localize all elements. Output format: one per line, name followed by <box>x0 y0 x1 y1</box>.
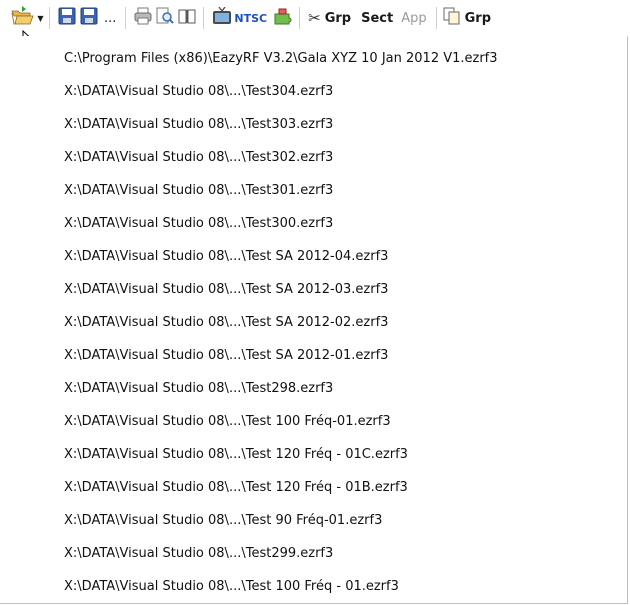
recent-file-item[interactable]: X:\DATA\Visual Studio 08\...\Test 120 Fr… <box>0 439 620 469</box>
print-icon <box>133 7 153 29</box>
cut-group-button[interactable]: ✂ Grp <box>306 5 357 31</box>
recent-file-item[interactable]: X:\DATA\Visual Studio 08\...\Test 100 Fr… <box>0 571 620 601</box>
puzzle-button[interactable] <box>273 5 293 31</box>
toolbar-separator <box>299 7 302 29</box>
recent-file-item[interactable]: X:\DATA\Visual Studio 08\...\Test301.ezr… <box>0 175 620 205</box>
toolbar-separator <box>125 7 128 29</box>
app-button[interactable]: App <box>397 5 430 31</box>
grp-label: Grp <box>464 10 491 26</box>
save-as-icon <box>80 7 98 29</box>
print-preview-button[interactable] <box>155 5 175 31</box>
save-icon <box>58 7 76 29</box>
recent-files-menu: C:\Program Files (x86)\EazyRF V3.2\Gala … <box>0 36 628 604</box>
recent-file-item[interactable]: X:\DATA\Visual Studio 08\...\Test300.ezr… <box>0 208 620 238</box>
print-button[interactable] <box>133 5 153 31</box>
copy-group-button[interactable]: Grp <box>443 5 495 31</box>
save-as-button[interactable] <box>79 5 99 31</box>
copy-icon <box>443 7 461 29</box>
recent-file-item[interactable]: X:\DATA\Visual Studio 08\...\Test SA 201… <box>0 307 620 337</box>
ntsc-button[interactable]: NTSC <box>210 5 269 31</box>
recent-file-item[interactable]: X:\DATA\Visual Studio 08\...\Test299.ezr… <box>0 538 620 568</box>
recent-file-item[interactable]: X:\DATA\Visual Studio 08\...\Test SA 201… <box>0 241 620 271</box>
puzzle-icon <box>273 7 293 29</box>
book-button[interactable] <box>177 5 197 31</box>
ntsc-label: NTSC <box>234 11 268 25</box>
more-button[interactable]: ... <box>100 5 120 31</box>
recent-file-item[interactable]: X:\DATA\Visual Studio 08\...\Test SA 201… <box>0 340 620 370</box>
sect-button[interactable]: Sect <box>357 5 397 31</box>
recent-file-item[interactable]: X:\DATA\Visual Studio 08\...\Test 100 Fr… <box>0 406 620 436</box>
save-button[interactable] <box>57 5 77 31</box>
scissors-icon: ✂ <box>308 9 321 27</box>
tv-icon <box>212 6 232 29</box>
print-preview-icon <box>155 7 175 29</box>
grp-label: Grp <box>324 10 352 26</box>
recent-file-item[interactable]: C:\Program Files (x86)\EazyRF V3.2\Gala … <box>0 43 620 73</box>
recent-file-item[interactable]: X:\DATA\Visual Studio 08\...\Test298.ezr… <box>0 373 620 403</box>
open-folder-icon <box>10 5 36 31</box>
recent-file-item[interactable]: X:\DATA\Visual Studio 08\...\Test 90 Fré… <box>0 505 620 535</box>
recent-file-item[interactable]: X:\DATA\Visual Studio 08\...\Test SA 201… <box>0 274 620 304</box>
chevron-down-icon: ▼ <box>37 13 44 23</box>
book-icon <box>177 7 197 29</box>
recent-file-item[interactable]: X:\DATA\Visual Studio 08\...\Test302.ezr… <box>0 142 620 172</box>
toolbar-separator <box>435 7 438 29</box>
toolbar: ▼ ... NTSC ✂ Grp Sect App Grp <box>0 0 630 36</box>
open-recent-button[interactable]: ▼ <box>8 5 46 31</box>
recent-file-item[interactable]: X:\DATA\Visual Studio 08\...\Test303.ezr… <box>0 109 620 139</box>
toolbar-separator <box>203 7 206 29</box>
recent-file-item[interactable]: X:\DATA\Visual Studio 08\...\Test 120 Fr… <box>0 472 620 502</box>
recent-file-item[interactable]: X:\DATA\Visual Studio 08\...\Test304.ezr… <box>0 76 620 106</box>
toolbar-separator <box>49 7 51 29</box>
